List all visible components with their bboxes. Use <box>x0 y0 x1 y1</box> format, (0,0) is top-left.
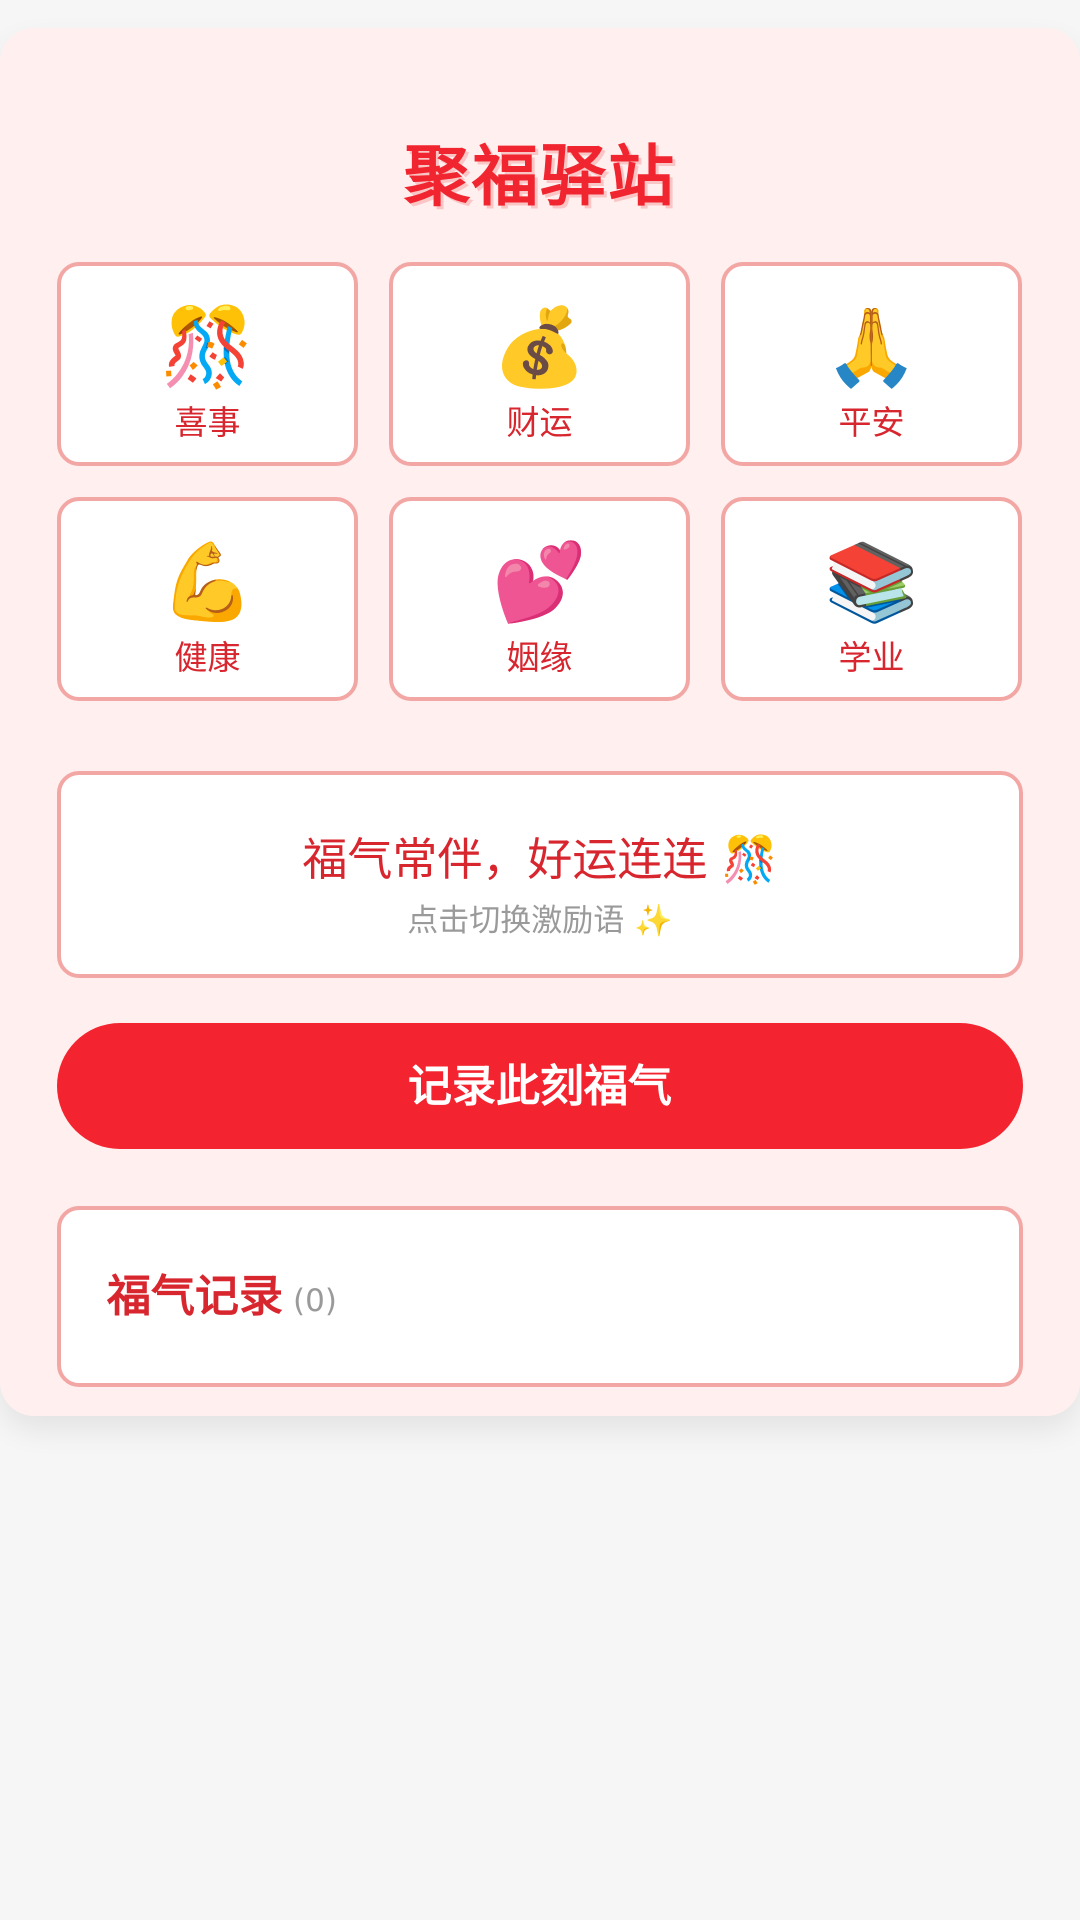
category-card-wealth[interactable]: 💰 财运 <box>389 262 690 466</box>
history-title: 福气记录 <box>107 1271 283 1322</box>
category-grid: 🎊 喜事 💰 财运 🙏 平安 💪 健康 💕 姻缘 📚 学业 <box>57 262 1023 701</box>
category-card-joy[interactable]: 🎊 喜事 <box>57 262 358 466</box>
main-card: 聚福驿站 🎊 喜事 💰 财运 🙏 平安 💪 健康 💕 姻缘 📚 学业 福气常伴，… <box>0 28 1080 1416</box>
money-bag-icon: 💰 <box>492 302 587 391</box>
category-card-health[interactable]: 💪 健康 <box>57 497 358 701</box>
category-card-romance[interactable]: 💕 姻缘 <box>389 497 690 701</box>
page-title: 聚福驿站 <box>404 138 676 215</box>
blessing-history-panel: 福气记录 (0) <box>57 1206 1023 1387</box>
category-card-study[interactable]: 📚 学业 <box>721 497 1022 701</box>
category-label: 健康 <box>174 638 241 677</box>
category-label: 学业 <box>838 638 905 677</box>
books-icon: 📚 <box>824 537 919 626</box>
category-card-safety[interactable]: 🙏 平安 <box>721 262 1022 466</box>
category-label: 喜事 <box>174 403 241 442</box>
confetti-ball-icon: 🎊 <box>160 302 255 391</box>
category-label: 财运 <box>506 403 573 442</box>
two-hearts-icon: 💕 <box>492 537 587 626</box>
record-blessing-button[interactable]: 记录此刻福气 <box>57 1023 1023 1149</box>
quote-text: 福气常伴，好运连连 🎊 <box>302 833 778 886</box>
motivation-quote-card[interactable]: 福气常伴，好运连连 🎊 点击切换激励语 ✨ <box>57 771 1023 978</box>
quote-hint: 点击切换激励语 ✨ <box>407 903 673 939</box>
category-label: 姻缘 <box>506 638 573 677</box>
praying-hands-icon: 🙏 <box>824 302 919 391</box>
history-header: 福气记录 (0) <box>107 1260 337 1324</box>
category-label: 平安 <box>838 403 905 442</box>
flexed-biceps-icon: 💪 <box>160 537 255 626</box>
history-count: (0) <box>293 1283 337 1319</box>
